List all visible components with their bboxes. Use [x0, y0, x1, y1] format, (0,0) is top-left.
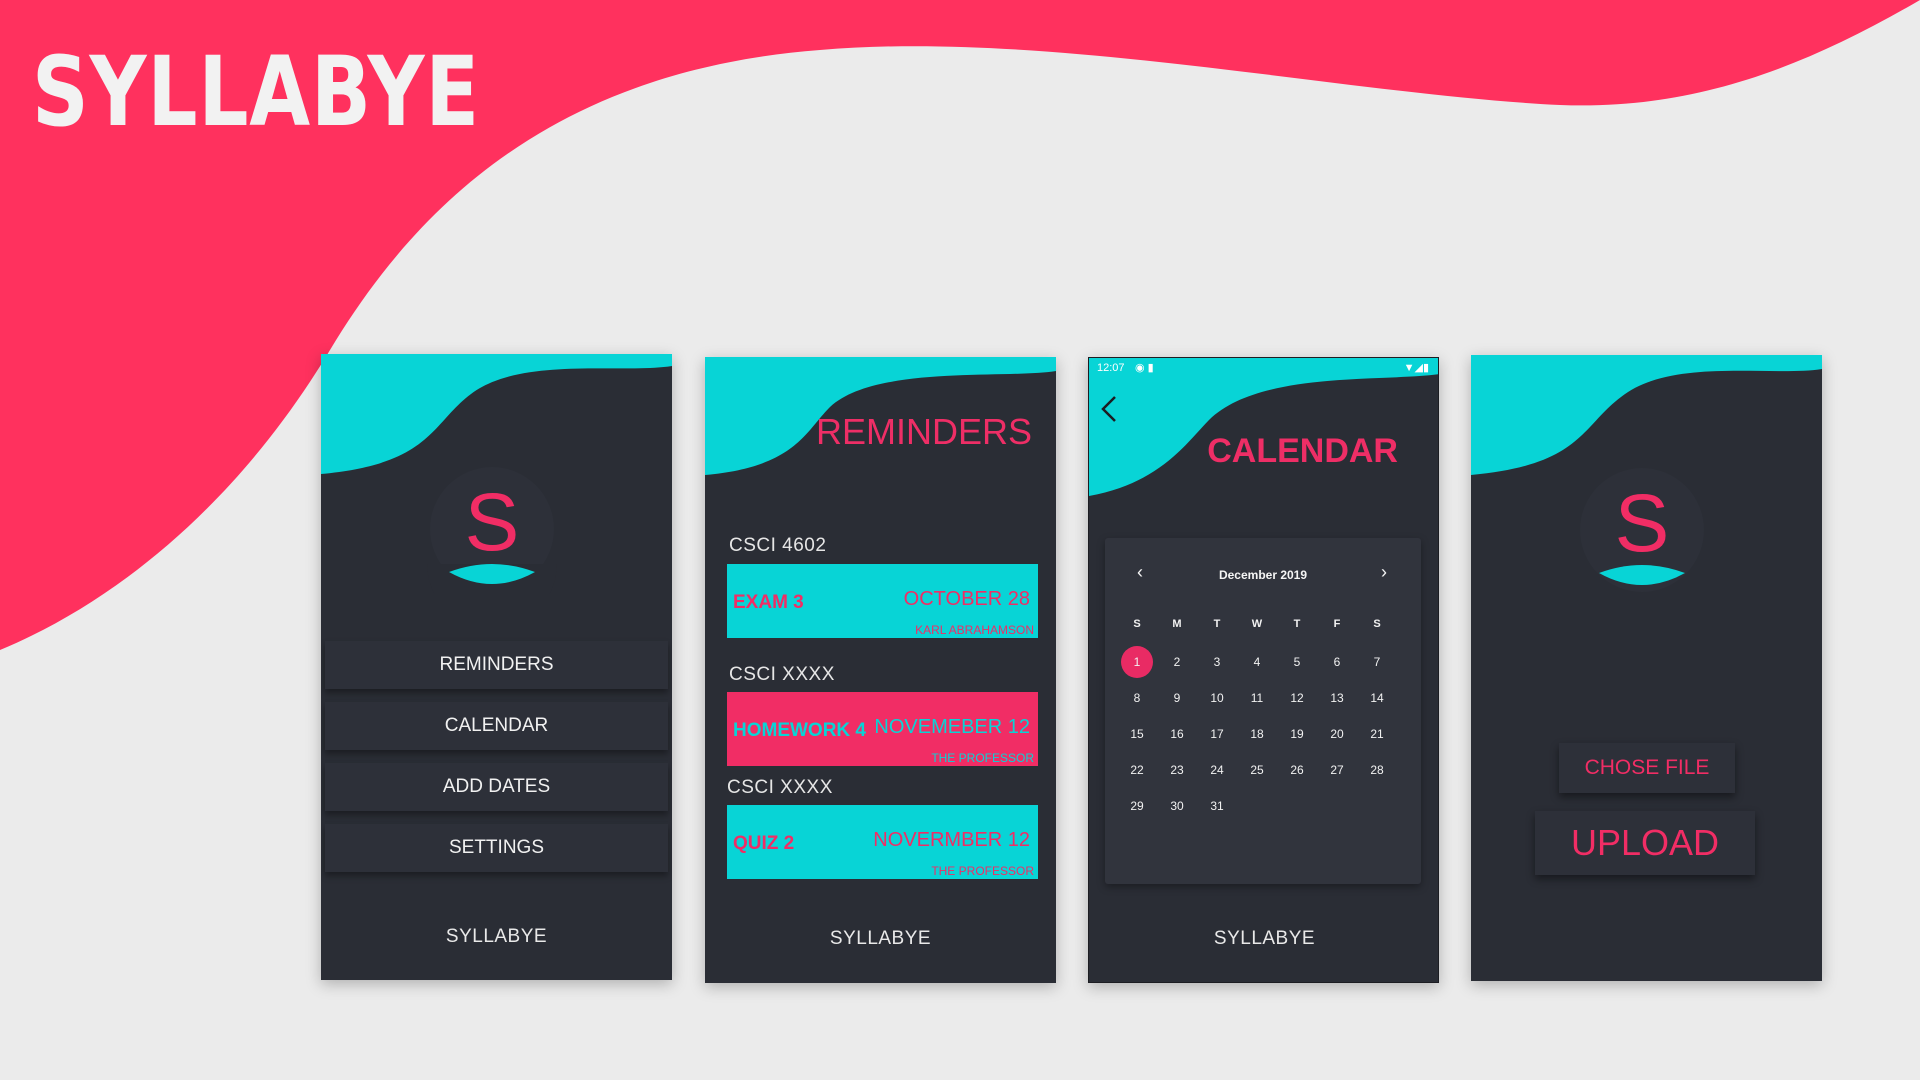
weekday-label: S — [1373, 618, 1381, 630]
weekday-label: W — [1251, 618, 1263, 630]
weekday-header: SMTWTFS — [1117, 608, 1413, 644]
phone-reminders-screen: REMINDERS CSCI 4602 EXAM 3 OCTOBER 28 KA… — [705, 357, 1056, 983]
calendar-grid: SMTWTFS 1 2 3 4 5 6 7 8 9 10 11 12 13 14 15 16 17 18 19 20 2… — [1117, 608, 1413, 824]
calendar-week-row: 8 9 10 11 12 13 14 — [1117, 680, 1413, 716]
back-arrow-icon[interactable] — [1099, 394, 1119, 424]
screen-title: REMINDERS — [815, 411, 1032, 452]
upload-button[interactable]: UPLOAD — [1535, 811, 1755, 875]
footer-label: SYLLABYE — [445, 926, 548, 947]
menu-item-calendar[interactable]: CALENDAR — [325, 702, 668, 750]
brand-title: SYLLABYE — [32, 36, 480, 148]
weekday-label: F — [1333, 618, 1341, 630]
reminder-professor: THE PROFESSOR — [931, 864, 1034, 878]
status-time: 12:07 — [1097, 362, 1125, 374]
app-logo-icon: S — [427, 467, 557, 594]
calendar-empty-cell — [1317, 788, 1357, 824]
selected-day[interactable]: 1 — [1121, 646, 1153, 678]
calendar-month-label: December 2019 — [1218, 568, 1308, 582]
footer-label: SYLLABYE — [1213, 928, 1316, 949]
calendar-empty-cell — [1277, 788, 1317, 824]
calendar-day[interactable]: 9 — [1157, 680, 1197, 716]
calendar-day[interactable]: 10 — [1197, 680, 1237, 716]
calendar-day[interactable]: 12 — [1277, 680, 1317, 716]
calendar-day[interactable]: 17 — [1197, 716, 1237, 752]
phone-upload-screen: S CHOSE FILE UPLOAD — [1471, 355, 1822, 981]
menu-item-add-dates[interactable]: ADD DATES — [325, 763, 668, 811]
calendar-day[interactable]: 7 — [1357, 644, 1397, 680]
calendar-day[interactable]: 6 — [1317, 644, 1357, 680]
calendar-day[interactable]: 30 — [1157, 788, 1197, 824]
calendar-day[interactable]: 11 — [1237, 680, 1277, 716]
calendar-week-row: 22 23 24 25 26 27 28 — [1117, 752, 1413, 788]
calendar-day[interactable]: 21 — [1357, 716, 1397, 752]
calendar-week-row: 15 16 17 18 19 20 21 — [1117, 716, 1413, 752]
weekday-label: M — [1172, 618, 1182, 630]
reminder-date: NOVEMEBER 12 — [874, 716, 1030, 738]
calendar-empty-cell — [1357, 788, 1397, 824]
choose-file-button[interactable]: CHOSE FILE — [1559, 743, 1735, 793]
course-label: CSCI XXXX — [729, 664, 835, 685]
calendar-day[interactable]: 25 — [1237, 752, 1277, 788]
phone-menu-screen: S REMINDERS CALENDAR ADD DATES SETTINGS … — [321, 354, 672, 980]
calendar-day[interactable]: 24 — [1197, 752, 1237, 788]
weekday-label: T — [1293, 618, 1301, 630]
calendar-day[interactable]: 20 — [1317, 716, 1357, 752]
calendar-day[interactable]: 13 — [1317, 680, 1357, 716]
calendar-day[interactable]: 31 — [1197, 788, 1237, 824]
reminder-professor: THE PROFESSOR — [931, 751, 1034, 765]
reminder-title: QUIZ 2 — [733, 833, 795, 854]
calendar-day[interactable]: 1 — [1117, 644, 1157, 680]
reminder-professor: KARL ABRAHAMSON — [915, 623, 1034, 637]
calendar-week-row: 29 30 31 — [1117, 788, 1413, 824]
calendar-day[interactable]: 23 — [1157, 752, 1197, 788]
date-picker: ‹ December 2019 › SMTWTFS 1 2 3 4 5 6 7 8 9 10 11 1… — [1105, 538, 1421, 884]
calendar-day[interactable]: 2 — [1157, 644, 1197, 680]
svg-text:S: S — [465, 477, 520, 568]
menu-item-settings[interactable]: SETTINGS — [325, 824, 668, 872]
calendar-day[interactable]: 8 — [1117, 680, 1157, 716]
screen-title: CALENDAR — [1207, 432, 1398, 470]
calendar-empty-cell — [1237, 788, 1277, 824]
next-month-icon[interactable]: › — [1381, 562, 1387, 583]
signal-battery-icon: ▼◢▮ — [1403, 362, 1429, 374]
phone-calendar-screen: 12:07 ◉ ▮ ▼◢▮ CALENDAR ‹ December 2019 ›… — [1088, 357, 1439, 983]
calendar-day[interactable]: 18 — [1237, 716, 1277, 752]
calendar-day[interactable]: 15 — [1117, 716, 1157, 752]
reminder-card[interactable]: HOMEWORK 4 NOVEMEBER 12 THE PROFESSOR — [727, 692, 1038, 766]
reminder-card[interactable]: EXAM 3 OCTOBER 28 KARL ABRAHAMSON — [727, 564, 1038, 638]
weekday-label: T — [1213, 618, 1221, 630]
calendar-week-row: 1234567 — [1117, 644, 1413, 680]
calendar-day[interactable]: 3 — [1197, 644, 1237, 680]
reminder-title: HOMEWORK 4 — [733, 720, 866, 741]
calendar-day[interactable]: 29 — [1117, 788, 1157, 824]
weekday-label: S — [1133, 618, 1141, 630]
calendar-day[interactable]: 28 — [1357, 752, 1397, 788]
notification-icon: ◉ ▮ — [1135, 362, 1154, 374]
calendar-day[interactable]: 16 — [1157, 716, 1197, 752]
calendar-day[interactable]: 27 — [1317, 752, 1357, 788]
svg-text:S: S — [1615, 478, 1670, 569]
calendar-day[interactable]: 19 — [1277, 716, 1317, 752]
menu-item-reminders[interactable]: REMINDERS — [325, 641, 668, 689]
footer-label: SYLLABYE — [829, 928, 932, 949]
course-label: CSCI XXXX — [727, 777, 833, 798]
reminder-date: OCTOBER 28 — [903, 588, 1030, 610]
calendar-day[interactable]: 22 — [1117, 752, 1157, 788]
reminder-title: EXAM 3 — [733, 592, 804, 613]
calendar-day[interactable]: 26 — [1277, 752, 1317, 788]
calendar-day[interactable]: 5 — [1277, 644, 1317, 680]
course-label: CSCI 4602 — [729, 535, 827, 556]
reminder-card[interactable]: QUIZ 2 NOVERMBER 12 THE PROFESSOR — [727, 805, 1038, 879]
status-bar: 12:07 ◉ ▮ ▼◢▮ — [1089, 358, 1437, 378]
calendar-day[interactable]: 14 — [1357, 680, 1397, 716]
app-logo-icon: S — [1580, 468, 1704, 592]
calendar-day[interactable]: 4 — [1237, 644, 1277, 680]
reminder-date: NOVERMBER 12 — [873, 829, 1030, 851]
